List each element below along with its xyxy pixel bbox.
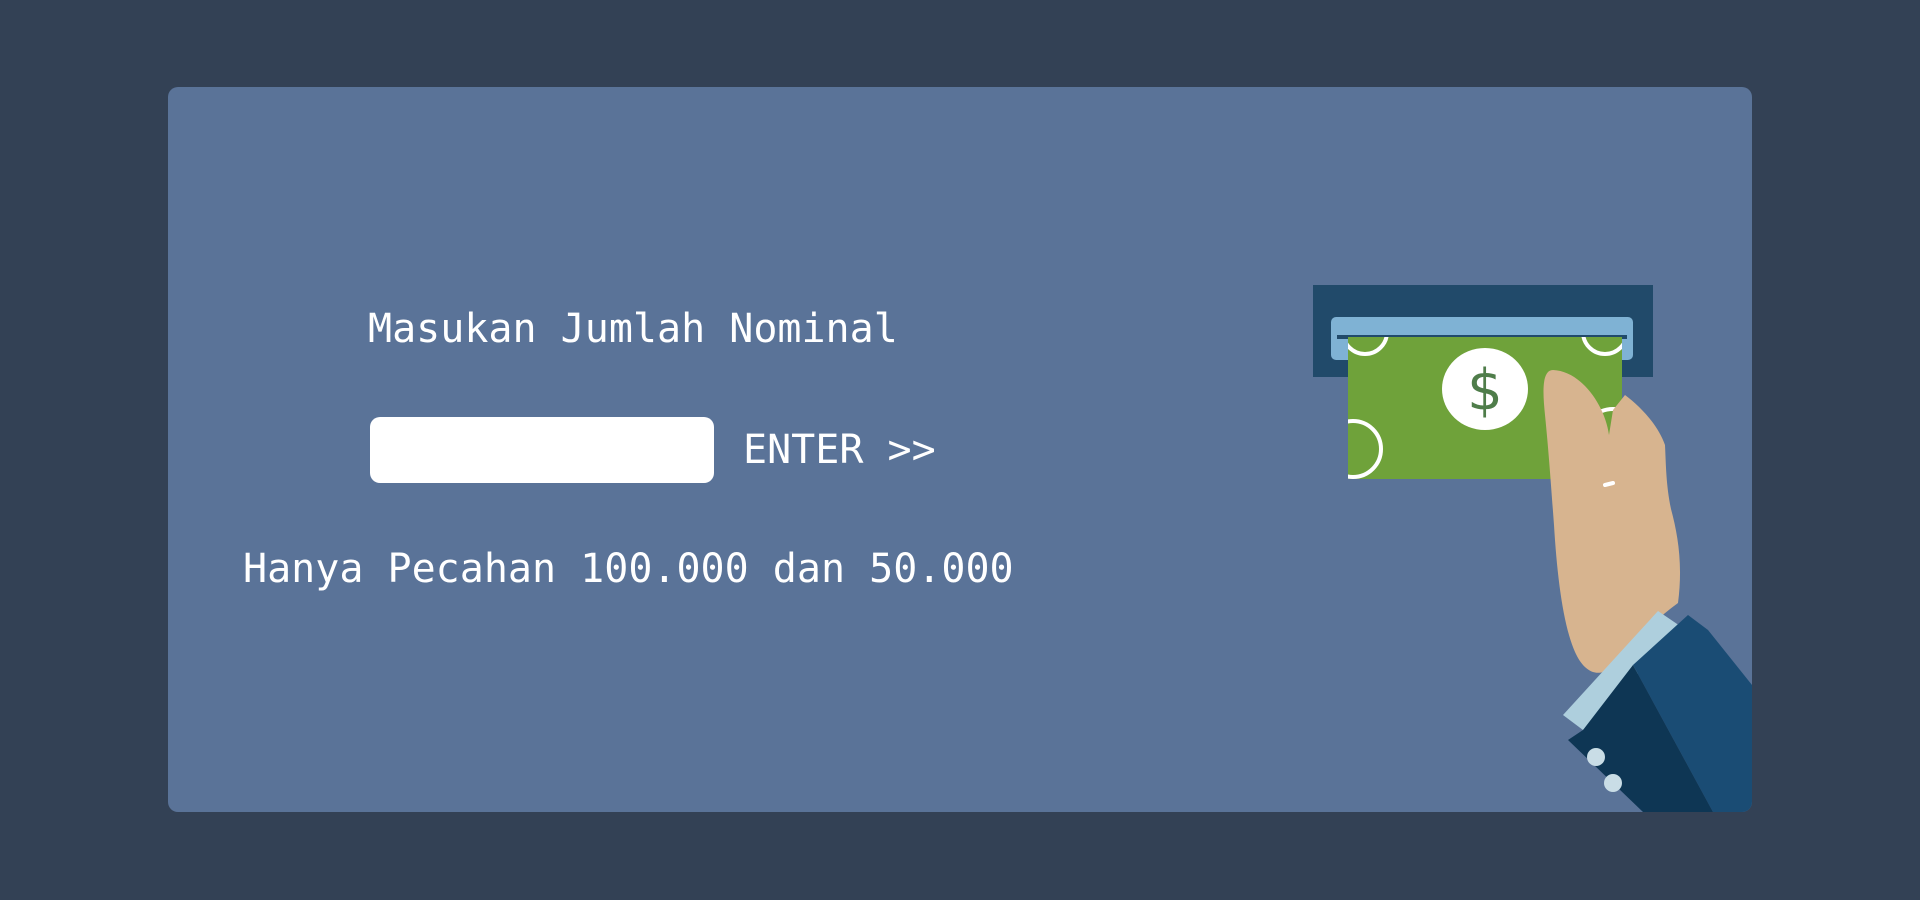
amount-input[interactable] [370, 417, 714, 483]
atm-card: Masukan Jumlah Nominal ENTER >> Hanya Pe… [168, 87, 1752, 812]
enter-button[interactable]: ENTER >> [743, 422, 936, 478]
denomination-note: Hanya Pecahan 100.000 dan 50.000 [243, 546, 1014, 592]
hand-inserting-cash-icon: $ [1313, 285, 1752, 812]
dollar-symbol: $ [1467, 358, 1503, 423]
amount-prompt-label: Masukan Jumlah Nominal [368, 306, 898, 352]
